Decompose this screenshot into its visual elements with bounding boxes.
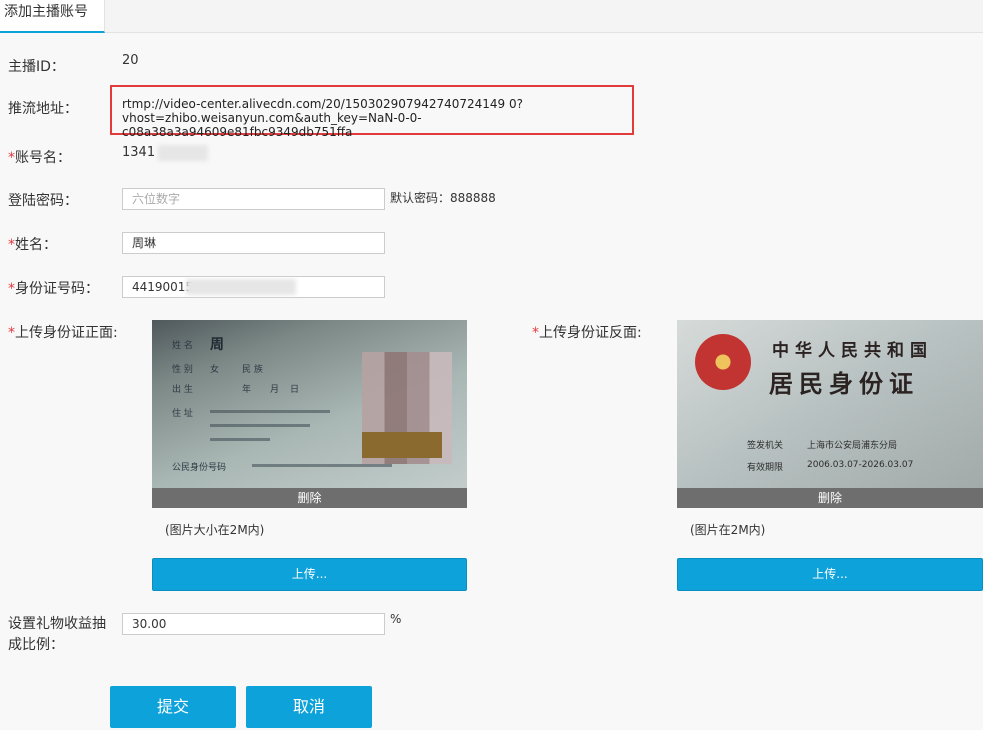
tab-bar: 添加主播账号 — [0, 0, 983, 33]
id-number-label: *身份证号码： — [8, 281, 99, 297]
push-url-line2: vhost=zhibo.weisanyun.com&auth_key=NaN-0… — [122, 111, 422, 139]
upload-front-label: *上传身份证正面: — [8, 325, 118, 341]
upload-front-button[interactable]: 上传... — [152, 558, 467, 591]
account-name-value: 1341 — [122, 145, 156, 160]
default-password-hint: 默认密码：888888 — [390, 191, 496, 205]
account-name-label: *账号名： — [8, 150, 71, 166]
anchor-id-label: 主播ID： — [8, 59, 65, 75]
push-url-label: 推流地址： — [8, 101, 78, 117]
push-url-line1: rtmp://video-center.alivecdn.com/20/1503… — [122, 97, 523, 111]
name-label: *姓名： — [8, 237, 57, 253]
upload-back-label: *上传身份证反面: — [532, 325, 642, 341]
delete-front-button[interactable]: 删除 — [152, 488, 467, 508]
password-input[interactable]: 六位数字 — [122, 188, 385, 210]
required-mark: * — [8, 150, 15, 166]
submit-button[interactable]: 提交 — [110, 686, 236, 728]
percent-unit: % — [390, 612, 402, 626]
redacted-blur — [158, 145, 208, 161]
cancel-button[interactable]: 取消 — [246, 686, 372, 728]
upload-back-button[interactable]: 上传... — [677, 558, 983, 591]
id-card-back-image: 中华人民共和国 居民身份证 签发机关 上海市公安局浦东分局 有效期限 2006.… — [677, 320, 983, 508]
name-input[interactable]: 周琳 — [122, 232, 385, 254]
commission-input[interactable]: 30.00 — [122, 613, 385, 635]
push-url-highlight: rtmp://video-center.alivecdn.com/20/1503… — [110, 85, 634, 139]
national-emblem-icon — [695, 334, 751, 390]
id-card-front-image: 姓 名 周 性 别 女 民 族 出 生 年 月 日 住 址 公民身份号码 删除 — [152, 320, 467, 508]
front-size-note: (图片大小在2M内) — [165, 523, 265, 537]
redacted-blur — [186, 279, 296, 295]
delete-back-button[interactable]: 删除 — [677, 488, 983, 508]
password-label: 登陆密码： — [8, 193, 78, 209]
tab-add-anchor-account[interactable]: 添加主播账号 — [0, 0, 105, 33]
commission-label: 设置礼物收益抽 成比例： — [8, 616, 106, 653]
anchor-id-value: 20 — [122, 53, 139, 68]
back-size-note: (图片在2M内) — [690, 523, 766, 537]
